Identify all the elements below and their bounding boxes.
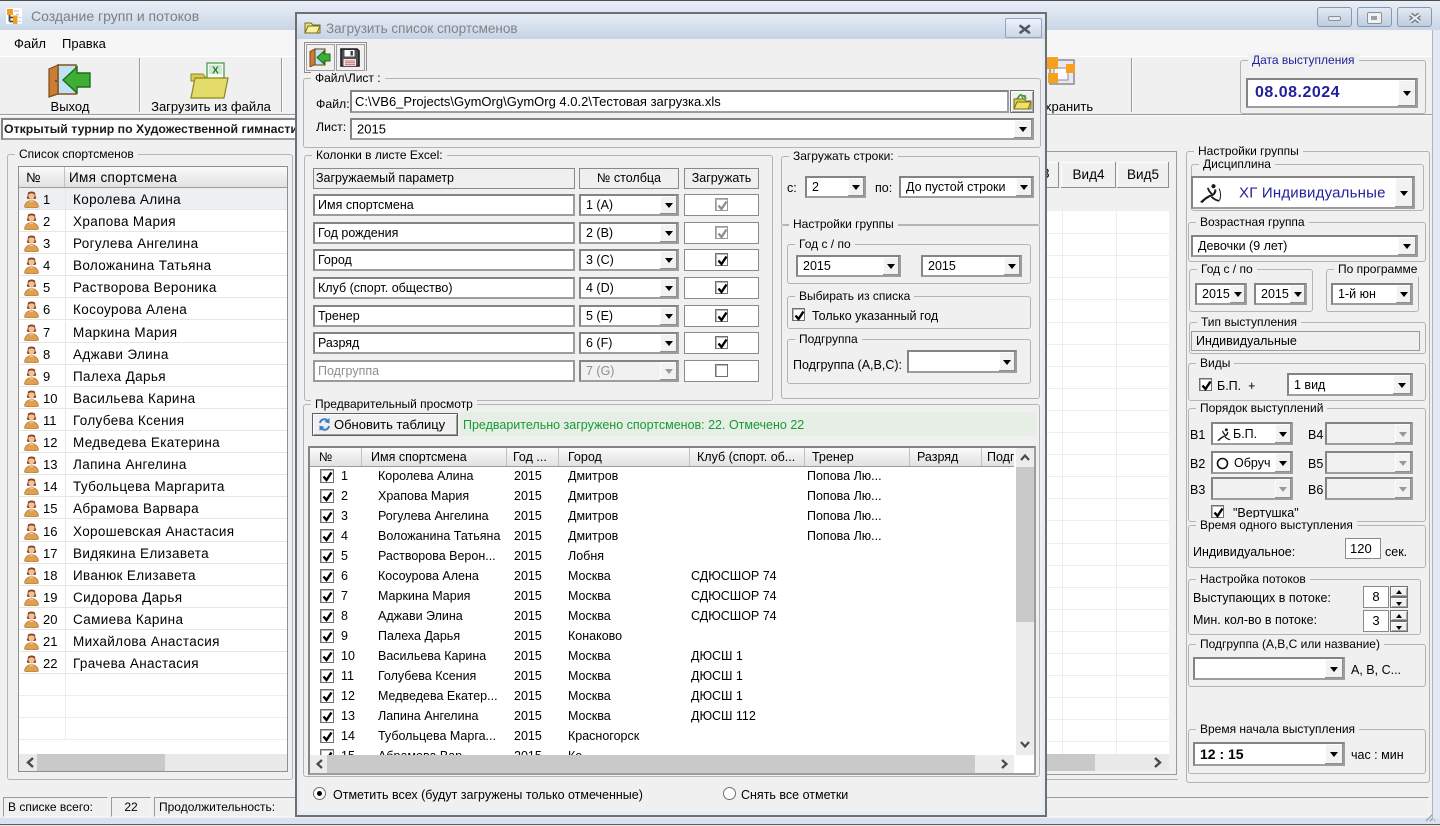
svg-text:X: X xyxy=(212,66,219,77)
